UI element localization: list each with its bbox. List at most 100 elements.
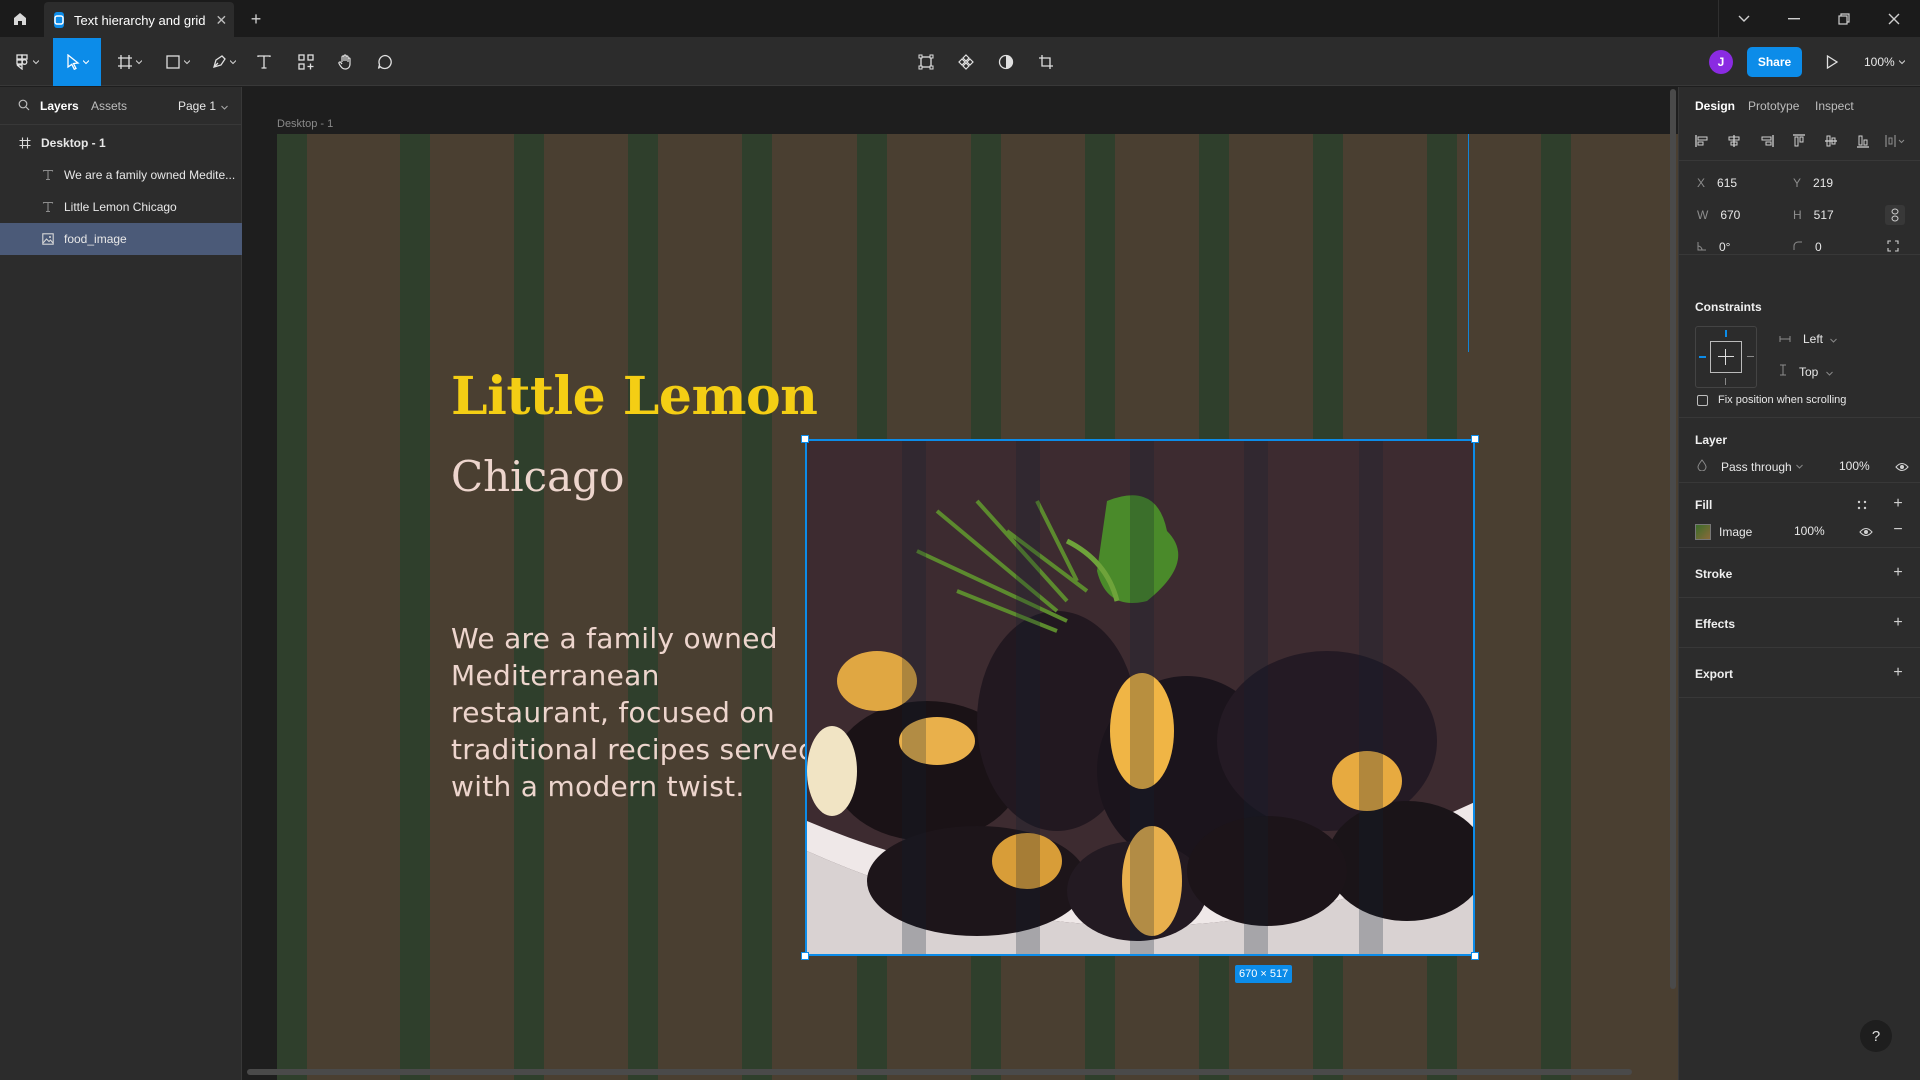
add-fill-icon[interactable]: + — [1891, 495, 1905, 512]
frame-label[interactable]: Desktop - 1 — [277, 118, 333, 130]
add-effect-icon[interactable]: + — [1891, 614, 1905, 631]
vertical-constraint-select[interactable]: Top — [1779, 364, 1833, 379]
restore-icon[interactable] — [1824, 0, 1864, 38]
layer-section: Layer Pass through 100% — [1679, 419, 1920, 483]
component-icon[interactable] — [954, 38, 978, 86]
align-middle-vertical-icon[interactable] — [1824, 134, 1838, 151]
x-field[interactable]: X 615 — [1697, 176, 1737, 190]
chevron-down-icon — [221, 105, 229, 110]
fix-position-checkbox[interactable]: Fix position when scrolling — [1697, 394, 1846, 406]
effects-section: Effects + — [1679, 599, 1920, 648]
constraint-bottom[interactable] — [1725, 378, 1726, 385]
close-window-icon[interactable] — [1874, 0, 1914, 38]
add-stroke-icon[interactable]: + — [1891, 564, 1905, 581]
style-grid-icon[interactable] — [1857, 498, 1867, 513]
image-fill-swatch[interactable] — [1695, 524, 1711, 540]
page-selector[interactable]: Page 1 — [178, 99, 229, 113]
file-tab[interactable]: Text hierarchy and grid ✕ — [44, 2, 234, 38]
align-top-icon[interactable] — [1792, 134, 1806, 151]
minimize-icon[interactable] — [1774, 0, 1814, 38]
layer-label: Little Lemon Chicago — [64, 200, 177, 214]
stroke-title: Stroke — [1695, 567, 1733, 581]
h-label: H — [1793, 208, 1802, 222]
layer-item-selected[interactable]: food_image — [0, 223, 242, 255]
add-export-icon[interactable]: + — [1891, 664, 1905, 681]
distribute-icon[interactable] — [1885, 134, 1905, 151]
tab-layers[interactable]: Layers — [40, 99, 79, 113]
search-icon[interactable] — [18, 99, 30, 114]
home-icon[interactable] — [0, 0, 40, 38]
move-tool-button[interactable] — [53, 38, 101, 86]
constraint-top-active[interactable] — [1725, 330, 1727, 337]
subheading-chicago[interactable]: Chicago — [451, 452, 624, 501]
remove-fill-icon[interactable]: − — [1891, 521, 1905, 538]
present-play-icon[interactable] — [1820, 38, 1844, 86]
toolbar: J Share 100% — [0, 38, 1920, 86]
canvas[interactable]: Desktop - 1 Little Lemon Chicago We are … — [243, 87, 1678, 1080]
horizontal-constraint-select[interactable]: Left — [1779, 332, 1838, 346]
constraints-title: Constraints — [1695, 300, 1762, 314]
blend-mode-icon — [1697, 459, 1707, 474]
pen-tool-button[interactable] — [206, 38, 240, 86]
resize-handle-top-right[interactable] — [1471, 435, 1479, 443]
avatar[interactable]: J — [1709, 50, 1733, 74]
eye-icon[interactable] — [1859, 525, 1873, 540]
main-menu-button[interactable] — [8, 38, 46, 86]
tab-prototype[interactable]: Prototype — [1748, 99, 1799, 113]
tab-design[interactable]: Design — [1695, 99, 1735, 113]
y-value: 219 — [1813, 176, 1834, 190]
align-center-horizontal-icon[interactable] — [1727, 134, 1741, 151]
checkbox-box[interactable] — [1697, 394, 1708, 406]
align-bottom-icon[interactable] — [1856, 134, 1870, 151]
resize-handle-bottom-left[interactable] — [801, 952, 809, 960]
new-tab-button[interactable]: + — [244, 0, 268, 38]
heading-little-lemon[interactable]: Little Lemon — [451, 366, 818, 427]
vertical-scrollbar[interactable] — [1670, 89, 1676, 989]
resize-handle-bottom-right[interactable] — [1471, 952, 1479, 960]
frame-selection-icon[interactable] — [914, 38, 938, 86]
shape-tool-button[interactable] — [160, 38, 194, 86]
constraints-widget[interactable] — [1695, 326, 1757, 388]
constraint-right[interactable] — [1747, 356, 1754, 357]
tab-assets[interactable]: Assets — [91, 99, 127, 113]
horizontal-scrollbar[interactable] — [247, 1069, 1632, 1075]
rotation-icon — [1697, 240, 1707, 254]
rotation-field[interactable]: 0° — [1697, 240, 1730, 254]
intro-paragraph[interactable]: We are a family owned Mediterranean rest… — [451, 620, 821, 805]
constrain-proportions-icon[interactable] — [1885, 205, 1905, 225]
crop-icon[interactable] — [1034, 38, 1058, 86]
tab-inspect[interactable]: Inspect — [1815, 99, 1854, 113]
align-left-icon[interactable] — [1695, 134, 1709, 151]
blend-mode-select[interactable]: Pass through — [1697, 459, 1803, 474]
resources-tool-button[interactable] — [294, 38, 318, 86]
w-value: 670 — [1720, 208, 1741, 222]
help-button[interactable]: ? — [1860, 1020, 1892, 1052]
eye-icon[interactable] — [1895, 460, 1909, 475]
y-field[interactable]: Y 219 — [1793, 176, 1833, 190]
layer-label: Desktop - 1 — [41, 136, 106, 150]
align-right-icon[interactable] — [1760, 134, 1774, 151]
food-image[interactable] — [805, 439, 1475, 956]
width-field[interactable]: W 670 — [1697, 208, 1740, 222]
constraint-left-active[interactable] — [1699, 356, 1706, 358]
layer-item[interactable]: Little Lemon Chicago — [0, 191, 242, 223]
corner-radius-field[interactable]: 0 — [1793, 240, 1822, 254]
frame-tool-button[interactable] — [112, 38, 146, 86]
comment-tool-button[interactable] — [373, 38, 397, 86]
constraint-v-value: Top — [1799, 365, 1819, 379]
layer-opacity-field[interactable]: 100% — [1839, 459, 1870, 473]
resize-handle-top-left[interactable] — [801, 435, 809, 443]
zoom-dropdown[interactable]: 100% — [1864, 38, 1905, 86]
layer-frame[interactable]: Desktop - 1 — [0, 127, 242, 159]
share-button[interactable]: Share — [1747, 47, 1802, 77]
fill-item[interactable]: Image — [1695, 524, 1752, 540]
hand-tool-button[interactable] — [333, 38, 357, 86]
close-tab-icon[interactable]: ✕ — [216, 12, 228, 29]
layer-item[interactable]: We are a family owned Medite... — [0, 159, 242, 191]
fill-opacity-field[interactable]: 100% — [1794, 524, 1825, 538]
text-tool-button[interactable] — [252, 38, 276, 86]
independent-corners-icon[interactable] — [1887, 240, 1899, 255]
height-field[interactable]: H 517 — [1793, 208, 1834, 222]
mask-icon[interactable] — [994, 38, 1018, 86]
chevron-down-icon[interactable] — [1724, 0, 1764, 38]
